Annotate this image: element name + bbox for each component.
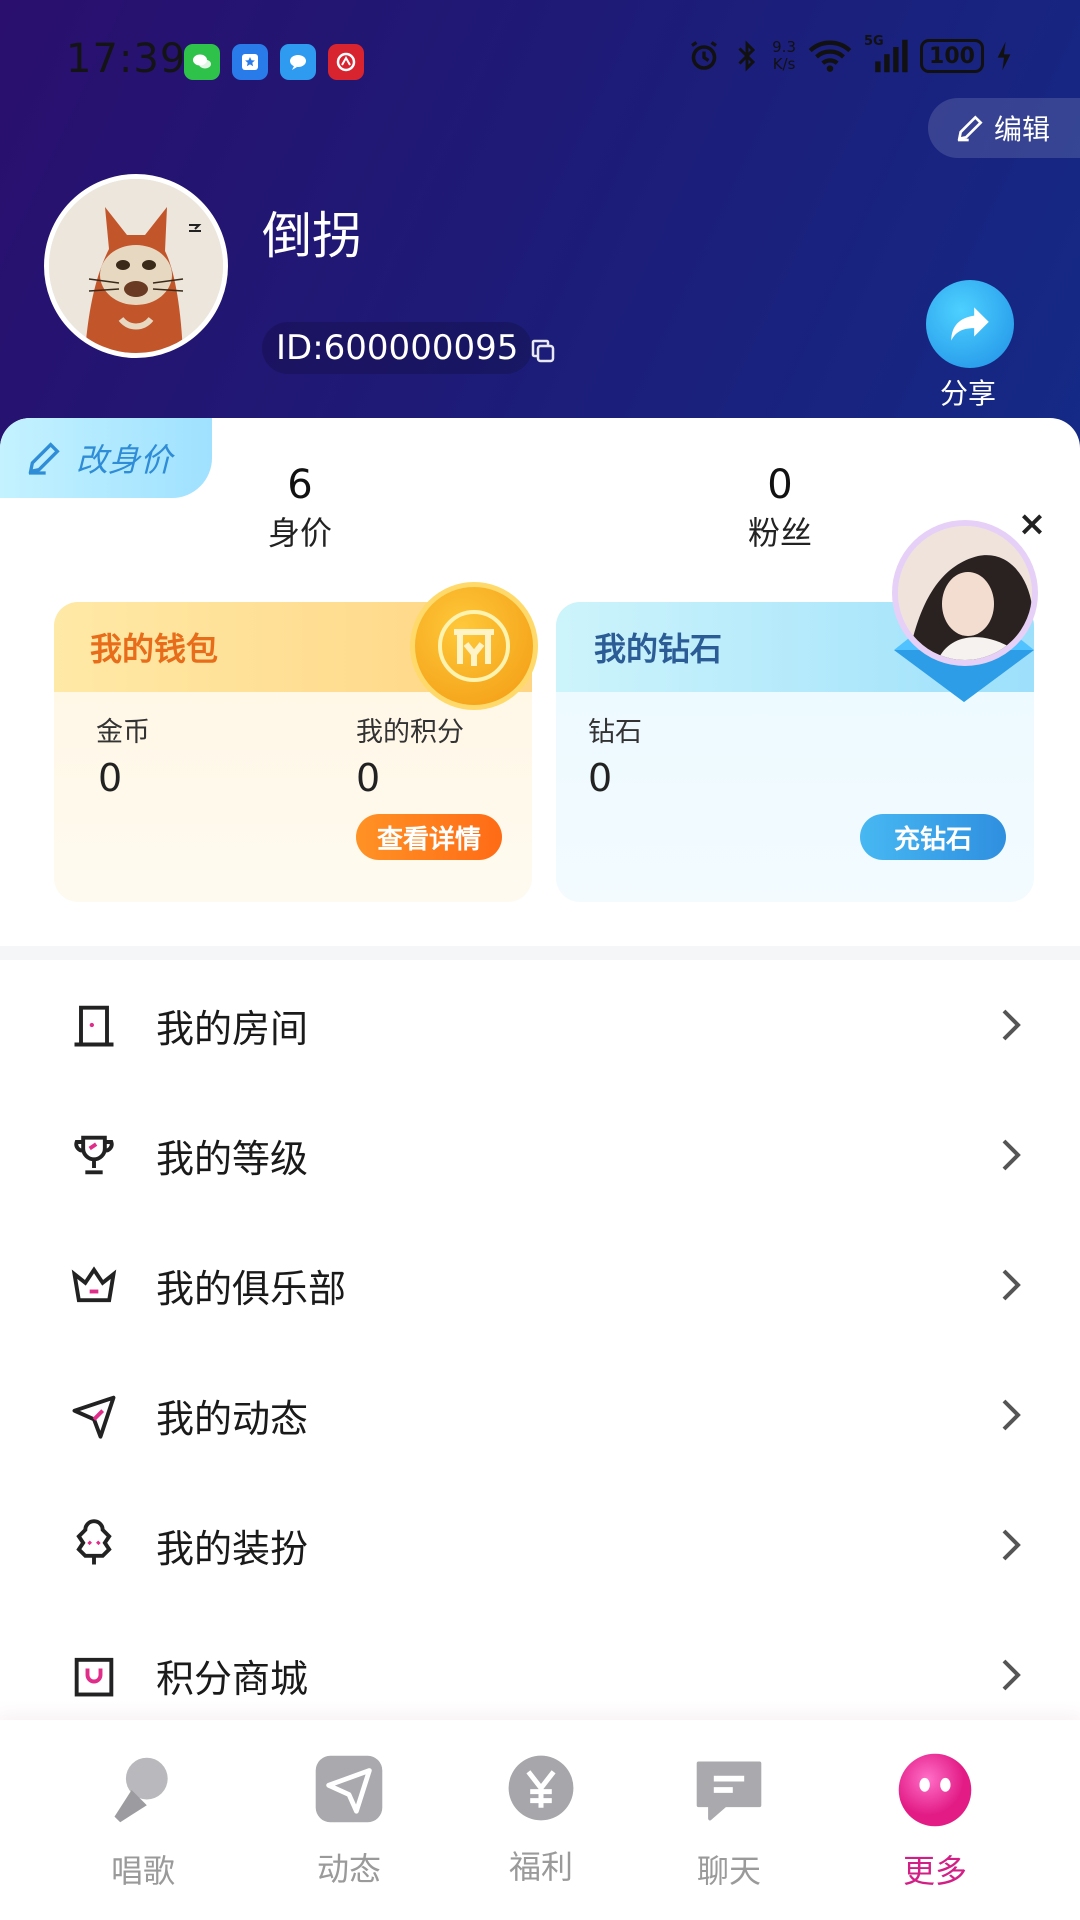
tab-label: 动态 [316, 1850, 381, 1888]
menu-label: 我的俱乐部 [156, 1266, 347, 1311]
pencil-icon [28, 442, 60, 475]
edit-profile-button[interactable]: 编辑 [928, 98, 1080, 158]
avatar[interactable] [44, 174, 228, 358]
menu-label: 我的装扮 [156, 1526, 309, 1571]
tab-more[interactable]: 更多 [860, 1734, 1010, 1890]
battery-indicator: 100 [920, 39, 984, 73]
wechat-icon [184, 44, 220, 80]
bank-app-icon [328, 44, 364, 80]
menu-label: 积分商城 [156, 1656, 309, 1701]
close-floating-avatar-button[interactable]: × [1016, 507, 1048, 541]
paper-plane-icon [311, 1752, 387, 1826]
tab-welfare[interactable]: 福利 [466, 1734, 616, 1886]
stat-label-price: 身价 [267, 514, 332, 552]
section-divider [0, 946, 1080, 960]
tab-label: 福利 [508, 1848, 573, 1886]
chevron-right-icon [1002, 1399, 1021, 1431]
microphone-icon [105, 1752, 181, 1828]
chevron-right-icon [1002, 1139, 1021, 1171]
chevron-right-icon [1002, 1529, 1021, 1561]
diamond-value: 0 [588, 756, 613, 800]
trophy-icon [66, 1127, 122, 1183]
shopping-bag-icon [66, 1647, 122, 1703]
smiley-face-icon [897, 1752, 973, 1828]
menu-label: 我的等级 [156, 1136, 309, 1181]
tab-label: 聊天 [696, 1852, 761, 1890]
message-app-icon [280, 44, 316, 80]
stat-value-fans[interactable]: 0 [700, 462, 860, 508]
recharge-diamond-button[interactable]: 充钻石 [860, 814, 1006, 860]
pencil-icon [957, 115, 983, 142]
status-bar: 17:39 9.3 K/s 5G 100 [0, 0, 1080, 120]
crown-icon [66, 1257, 122, 1313]
tab-chat[interactable]: 聊天 [654, 1734, 804, 1890]
tab-label: 更多 [902, 1852, 967, 1890]
chevron-right-icon [1002, 1659, 1021, 1691]
tab-sing[interactable]: 唱歌 [68, 1734, 218, 1890]
coins-value: 0 [98, 756, 123, 800]
points-label: 我的积分 [356, 717, 464, 748]
diamond-label: 钻石 [588, 717, 642, 748]
change-price-button[interactable]: 改身价 [0, 418, 212, 498]
bluetooth-icon [738, 40, 756, 72]
change-price-label: 改身价 [76, 441, 173, 479]
chat-bubble-icon [691, 1752, 767, 1828]
charging-icon [997, 41, 1011, 71]
chevron-right-icon [1002, 1269, 1021, 1301]
share-arrow-icon [951, 307, 989, 341]
net-speed-unit: K/s [772, 55, 796, 73]
yen-coin-icon [503, 1752, 579, 1824]
chevron-right-icon [1002, 1009, 1021, 1041]
woman-avatar-image [898, 526, 1032, 660]
door-icon [66, 997, 122, 1053]
share-label: 分享 [940, 377, 997, 410]
star-app-icon [232, 44, 268, 80]
paper-plane-icon [66, 1387, 122, 1443]
dress-up-icon [66, 1517, 122, 1573]
wifi-icon [808, 40, 852, 72]
edit-label: 编辑 [994, 113, 1051, 146]
menu-item-my-posts[interactable]: 我的动态 [0, 1350, 1080, 1480]
menu-label: 我的房间 [156, 1006, 309, 1051]
tab-posts[interactable]: 动态 [274, 1734, 424, 1888]
menu-label: 我的动态 [156, 1396, 309, 1441]
tab-label: 唱歌 [110, 1852, 175, 1890]
coins-label: 金币 [96, 717, 150, 748]
view-details-button[interactable]: 查看详情 [356, 814, 502, 860]
username: 倒拐 [262, 207, 362, 265]
status-time: 17:39 [66, 36, 187, 82]
copy-icon[interactable] [528, 336, 558, 366]
share-button[interactable] [926, 280, 1014, 368]
system-icons: 9.3 K/s 5G 100 [686, 34, 1012, 74]
floating-live-avatar[interactable] [892, 520, 1038, 666]
net-speed: 9.3 K/s [772, 39, 796, 73]
user-id: ID:600000095 [262, 322, 533, 374]
menu-item-my-club[interactable]: 我的俱乐部 [0, 1220, 1080, 1350]
menu-item-my-room[interactable]: 我的房间 [0, 960, 1080, 1090]
points-value: 0 [356, 756, 381, 800]
stat-value-price: 6 [287, 462, 313, 508]
stat-label-fans[interactable]: 粉丝 [700, 508, 860, 554]
coin-icon [410, 582, 538, 710]
menu-item-my-level[interactable]: 我的等级 [0, 1090, 1080, 1220]
cat-avatar-image [49, 179, 223, 353]
notification-icons [184, 44, 364, 80]
cellular-signal-icon: 5G [864, 34, 908, 74]
net-speed-value: 9.3 [772, 38, 796, 56]
menu-item-my-outfit[interactable]: 我的装扮 [0, 1480, 1080, 1610]
alarm-icon [691, 41, 718, 70]
